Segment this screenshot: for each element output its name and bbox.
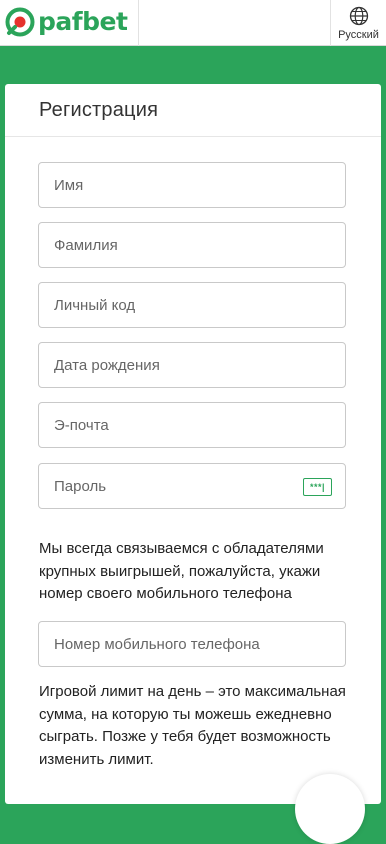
limit-info-text: Игровой лимит на день – это максимальная… <box>39 683 346 768</box>
first-name-field[interactable]: Имя <box>38 162 346 208</box>
password-field[interactable]: Пароль ***| <box>38 463 346 509</box>
registration-card: Регистрация Имя Фамилия Личный код Дата … <box>5 84 381 804</box>
phone-field[interactable]: Номер мобильного телефона <box>38 621 346 667</box>
personal-code-field[interactable]: Личный код <box>38 282 346 328</box>
page-title: Регистрация <box>39 99 159 121</box>
chat-button[interactable] <box>295 774 365 844</box>
birth-date-field[interactable]: Дата рождения <box>38 342 346 388</box>
birth-date-placeholder: Дата рождения <box>54 357 160 374</box>
show-password-icon[interactable]: ***| <box>303 478 332 496</box>
last-name-field[interactable]: Фамилия <box>38 222 346 268</box>
first-name-placeholder: Имя <box>54 177 84 194</box>
personal-code-placeholder: Личный код <box>54 297 136 314</box>
title-divider <box>5 136 381 137</box>
header-divider <box>138 0 139 46</box>
globe-icon <box>349 6 368 26</box>
top-bar: pafbet Русский <box>0 0 386 46</box>
email-placeholder: Э-почта <box>54 417 109 434</box>
phone-placeholder: Номер мобильного телефона <box>54 636 260 653</box>
language-label: Русский <box>338 29 379 41</box>
logo-mark-icon <box>5 7 35 37</box>
language-selector[interactable]: Русский <box>330 0 386 46</box>
last-name-placeholder: Фамилия <box>54 237 118 254</box>
phone-info-text: Мы всегда связываемся с обладателями кру… <box>39 540 324 602</box>
password-placeholder: Пароль <box>54 478 107 495</box>
brand-name: pafbet <box>38 7 128 36</box>
email-field[interactable]: Э-почта <box>38 402 346 448</box>
pafbet-logo[interactable]: pafbet <box>5 6 135 38</box>
